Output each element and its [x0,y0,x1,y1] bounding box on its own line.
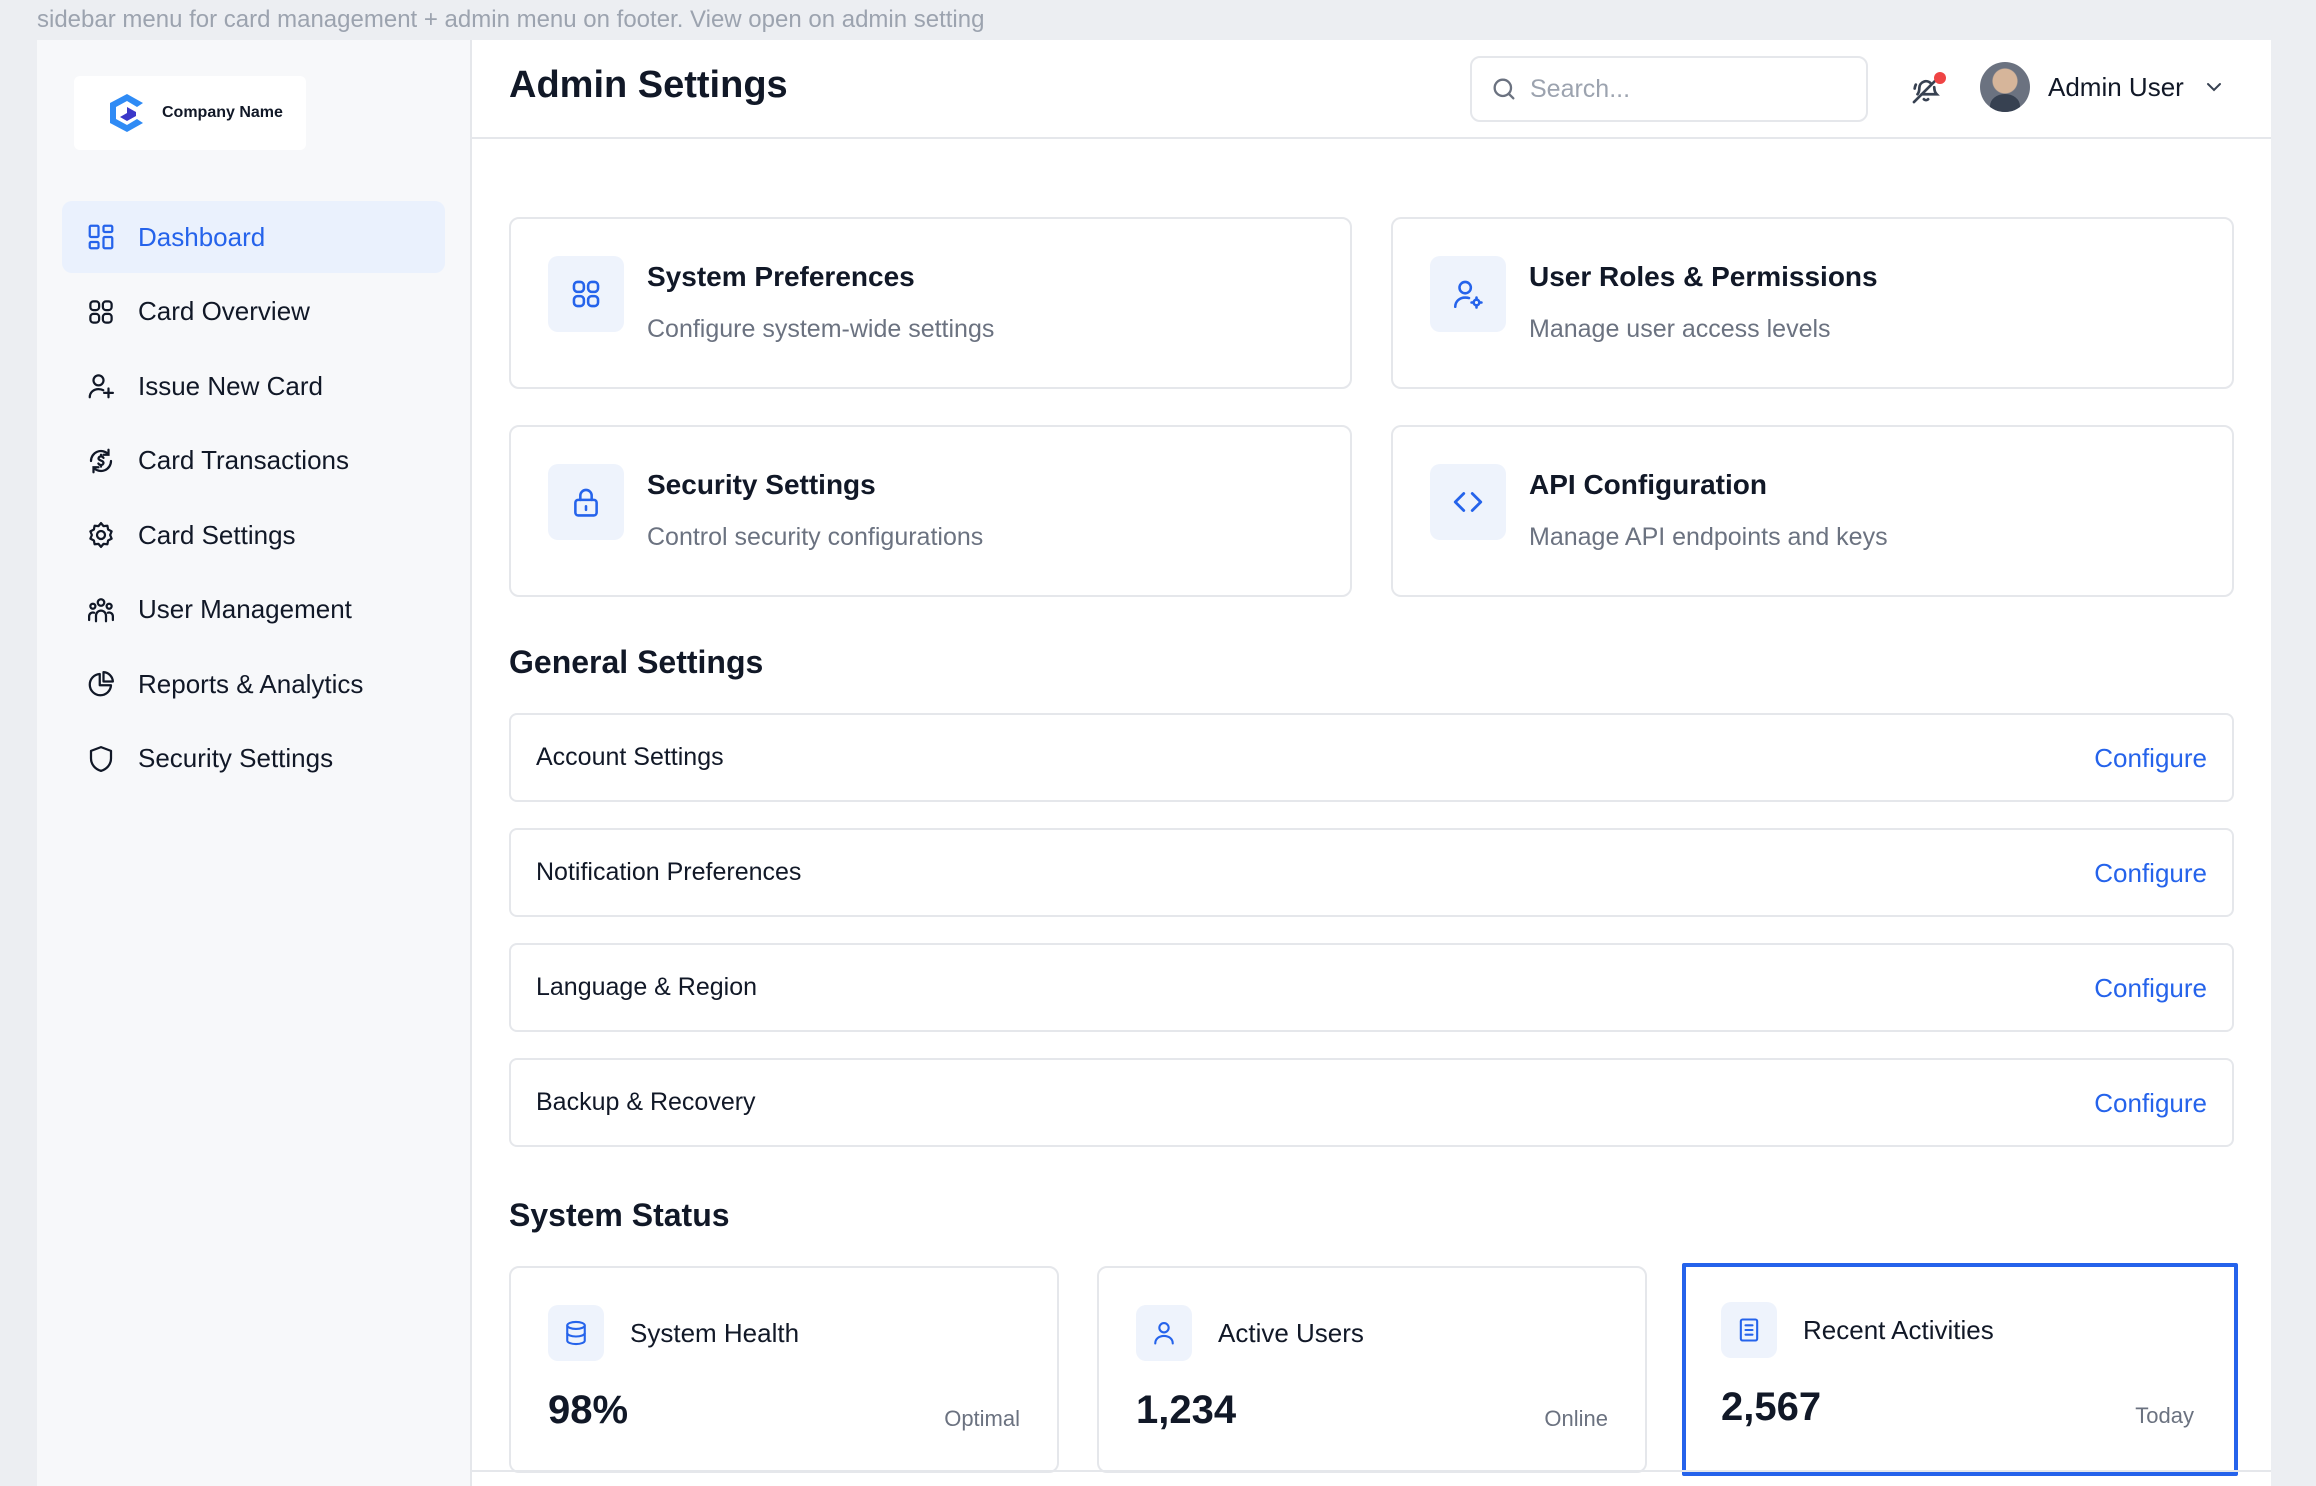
setting-row-label: Backup & Recovery [536,1088,756,1116]
user-name: Admin User [2048,71,2184,102]
card-description: Manage user access levels [1529,315,1831,343]
card-description: Control security configurations [647,523,984,551]
stat-subtitle: Online [1544,1406,1608,1431]
setting-row-label: Notification Preferences [536,858,802,886]
lock-icon [574,488,598,517]
grid-icon [89,299,113,324]
system-preferences-card[interactable]: System Preferences Configure system-wide… [509,217,1352,389]
card-title: System Preferences [647,261,915,292]
shield-icon [89,745,113,772]
configure-link[interactable]: Configure [2094,973,2207,1004]
search-icon [1493,78,1515,100]
setting-row-notifications: Notification Preferences Configure [509,828,2234,917]
chevron-down-icon [2206,83,2221,92]
configure-link[interactable]: Configure [2094,743,2207,774]
card-title: Security Settings [647,469,876,500]
page-title: Admin Settings [509,64,788,106]
gear-icon [89,522,113,548]
sidebar: Company Name Dashboard Card Overview Iss… [37,40,472,1486]
sidebar-item-label: Security Settings [138,743,334,773]
card-title: API Configuration [1529,469,1767,500]
screen-caption: sidebar menu for card management + admin… [37,6,985,33]
grid-icon [572,280,600,308]
setting-row-label: Language & Region [536,973,758,1001]
company-logo[interactable]: Company Name [74,76,306,150]
logo-icon [110,94,143,132]
active-users-card[interactable]: Active Users 1,234 Online [1097,1266,1647,1473]
app-window: Company Name Dashboard Card Overview Iss… [37,40,2271,1486]
sidebar-item-label: Card Settings [138,519,296,550]
api-configuration-card[interactable]: API Configuration Manage API endpoints a… [1391,425,2234,597]
sidebar-item-dashboard[interactable]: Dashboard [62,201,445,273]
recent-activities-card[interactable]: Recent Activities 2,567 Today [1682,1263,2238,1476]
notification-button[interactable] [1904,68,1948,112]
user-plus-icon [88,374,114,399]
general-settings-title: General Settings [509,644,764,680]
sidebar-item-security-settings[interactable]: Security Settings [62,723,445,795]
sidebar-item-label: Card Transactions [138,445,349,475]
card-description: Manage API endpoints and keys [1529,523,1888,551]
avatar [1980,62,2030,112]
configure-link[interactable]: Configure [2094,1088,2207,1119]
stat-title: Recent Activities [1803,1315,1994,1345]
stat-value: 98% [548,1388,629,1432]
stat-value: 2,567 [1721,1385,1822,1429]
dashboard-icon [88,224,114,250]
stat-subtitle: Today [2135,1403,2194,1428]
sidebar-item-label: User Management [138,594,352,624]
stat-title: System Health [630,1318,800,1348]
setting-row-backup: Backup & Recovery Configure [509,1058,2234,1147]
footer-divider [472,1470,2271,1472]
sidebar-item-issue-new-card[interactable]: Issue New Card [62,350,445,422]
user-roles-card[interactable]: User Roles & Permissions Manage user acc… [1391,217,2234,389]
users-icon [88,597,114,622]
company-name: Company Name [162,104,283,121]
document-icon [1739,1318,1759,1342]
sidebar-item-label: Card Overview [138,296,310,326]
system-status-title: System Status [509,1197,730,1233]
search-input[interactable] [1530,74,1850,104]
sidebar-item-label: Dashboard [138,221,266,252]
main-content: Admin Settings Admin User [472,40,2271,1486]
sidebar-item-card-settings[interactable]: Card Settings [62,499,445,571]
pie-chart-icon [88,671,114,697]
sidebar-item-card-transactions[interactable]: Card Transactions [62,425,445,497]
sidebar-item-card-overview[interactable]: Card Overview [62,276,445,348]
user-menu[interactable]: Admin User [1980,62,2226,112]
sidebar-nav: Dashboard Card Overview Issue New Card C… [62,201,445,797]
stat-value: 1,234 [1136,1388,1237,1432]
sidebar-item-label: Reports & Analytics [138,668,364,699]
stat-subtitle: Optimal [944,1406,1020,1431]
search-box[interactable] [1470,56,1868,122]
setting-row-account: Account Settings Configure [509,713,2234,802]
setting-row-label: Account Settings [536,743,724,771]
notification-badge [1934,72,1946,84]
stat-title: Active Users [1218,1318,1364,1348]
database-icon [566,1320,586,1346]
sidebar-item-reports-analytics[interactable]: Reports & Analytics [62,648,445,720]
configure-link[interactable]: Configure [2094,858,2207,889]
user-icon [1154,1322,1174,1345]
sidebar-item-label: Issue New Card [138,370,323,401]
code-icon [1453,492,1483,512]
sidebar-item-user-management[interactable]: User Management [62,574,445,646]
card-description: Configure system-wide settings [647,315,995,343]
system-health-card[interactable]: System Health 98% Optimal [509,1266,1059,1473]
security-settings-card[interactable]: Security Settings Control security confi… [509,425,1352,597]
top-header: Admin Settings Admin User [472,40,2271,139]
user-gear-icon [1453,280,1483,309]
dollar-cycle-icon [89,448,113,473]
setting-row-language: Language & Region Configure [509,943,2234,1032]
card-title: User Roles & Permissions [1529,261,1878,292]
